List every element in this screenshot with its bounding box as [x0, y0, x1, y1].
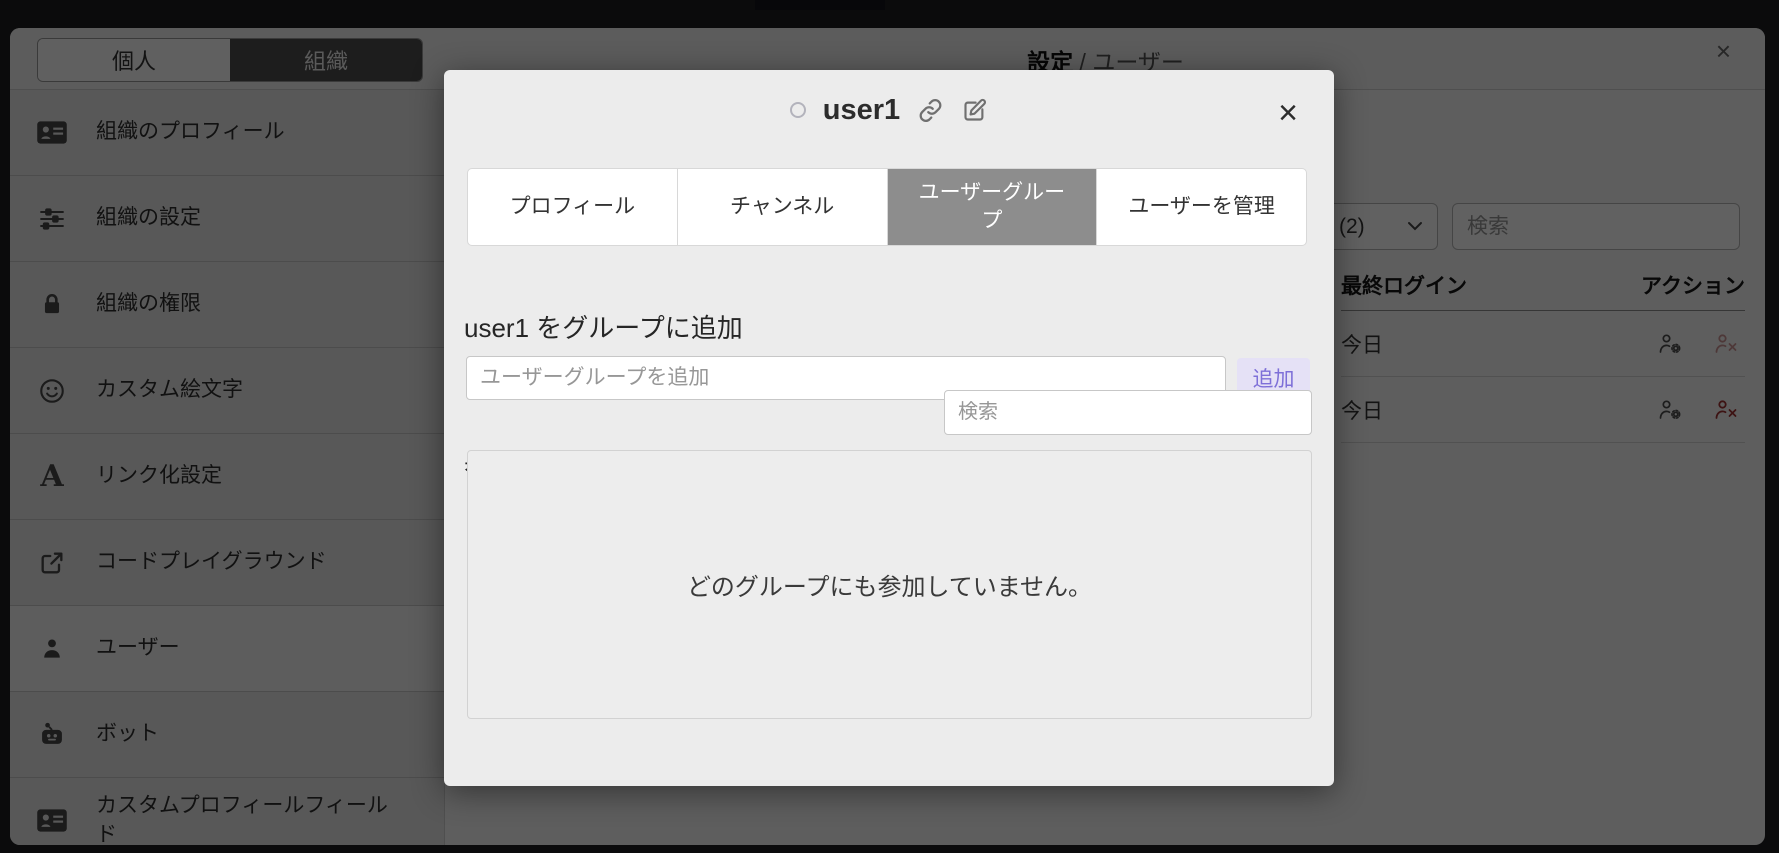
tab-label: プロフィール [509, 194, 636, 218]
tab-label: ユーザーを管理 [1128, 194, 1275, 218]
edit-icon[interactable] [961, 97, 988, 124]
groups-search-input[interactable] [944, 390, 1312, 435]
presence-circle-icon [789, 102, 806, 118]
modal-tabs: プロフィール チャンネル ユーザーグループ ユーザーを管理 [467, 168, 1307, 246]
modal-title-row: user1 [444, 70, 1334, 150]
tab-label: チャンネル [729, 194, 835, 218]
modal-close-icon[interactable]: × [1278, 96, 1298, 130]
modal-user-name: user1 [822, 93, 901, 126]
add-to-groups-heading: user1 をグループに追加 [464, 313, 743, 343]
link-icon[interactable] [917, 97, 944, 124]
tab-profile[interactable]: プロフィール [468, 169, 678, 245]
tab-manage-user[interactable]: ユーザーを管理 [1097, 169, 1306, 245]
user-profile-modal: user1 × プロフィール チャンネル ユーザーグループ ユーザーを管理 us… [444, 70, 1334, 786]
tab-user-groups[interactable]: ユーザーグループ [887, 169, 1098, 245]
empty-groups-message: どのグループにも参加していません。 [686, 574, 1093, 601]
tab-channels[interactable]: チャンネル [678, 169, 888, 245]
tab-label: ユーザーグループ [918, 180, 1066, 232]
joined-groups-panel: どのグループにも参加していません。 [467, 450, 1312, 719]
